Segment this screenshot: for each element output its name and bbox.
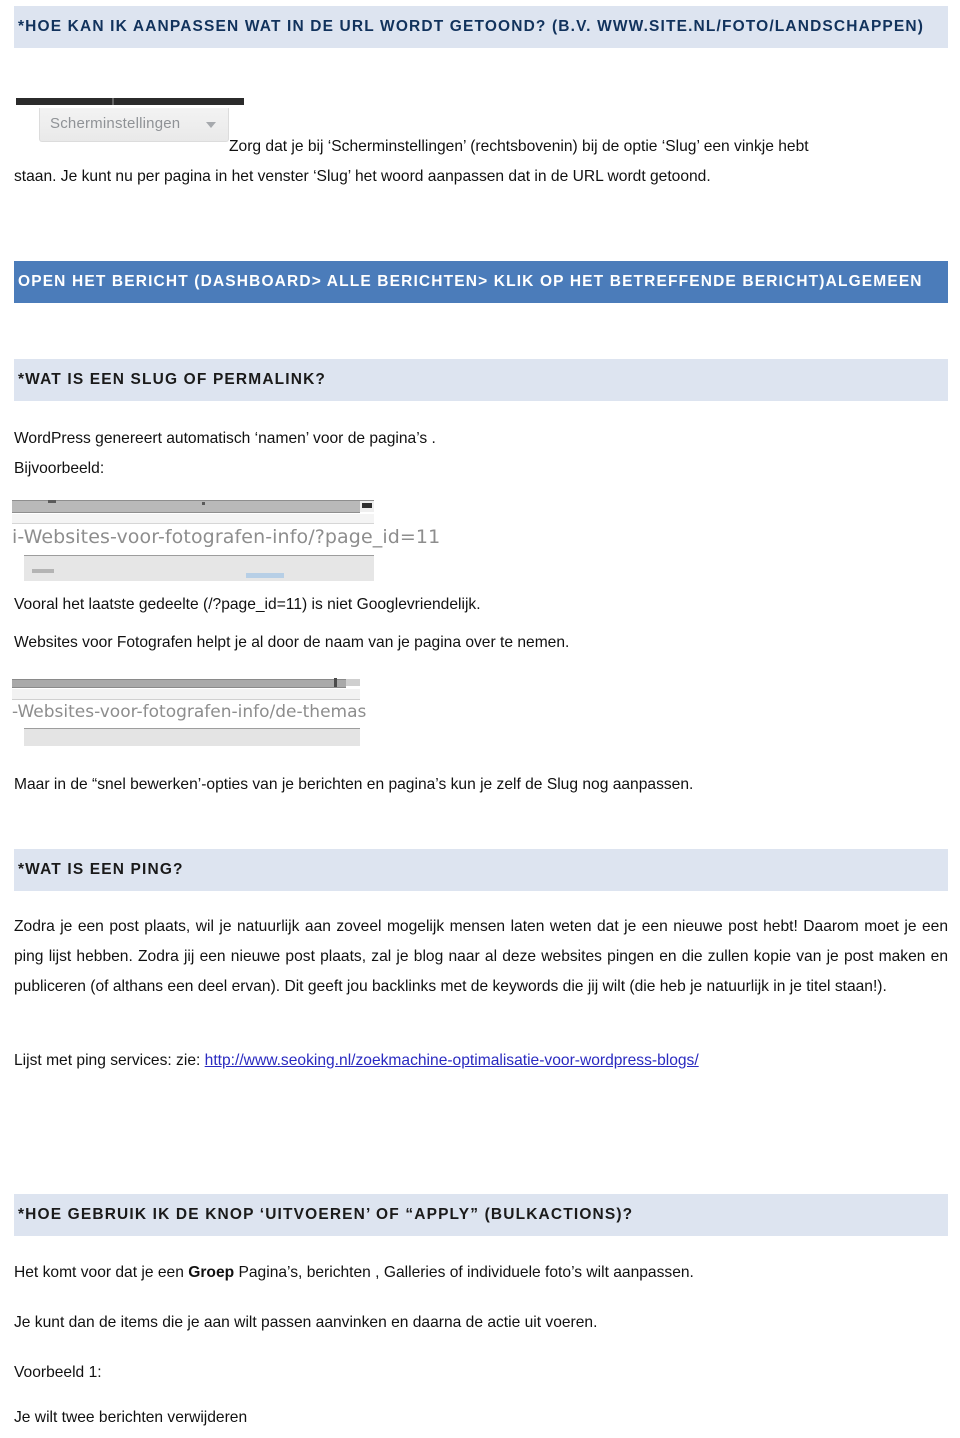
paragraph-text: Websites voor Fotografen helpt je al doo… xyxy=(14,634,570,651)
screenshot-url-bar-themas: -Websites-voor-fotografen-info/de-themas xyxy=(12,675,366,746)
paragraph-line-2: staan. Je kunt nu per pagina in het vens… xyxy=(14,168,711,185)
section-heading-text: OPEN HET BERICHT (DASHBOARD> ALLE BERICH… xyxy=(18,273,923,290)
url-bar-text: -Websites-voor-fotografen-info/de-themas xyxy=(12,702,367,722)
paragraph-vooral-laatste: Vooral het laatste gedeelte (/?page_id=1… xyxy=(14,590,948,620)
toolbar-mark-right xyxy=(334,678,337,687)
section-heading-wat-is-een-slug: *WAT IS EEN SLUG OF PERMALINK? xyxy=(14,359,948,401)
ping-services-link[interactable]: http://www.seoking.nl/zoekmachine-optima… xyxy=(205,1052,699,1069)
page-placeholder-link xyxy=(246,573,284,578)
admin-bar xyxy=(16,98,244,105)
browser-page-top xyxy=(24,728,360,746)
section-heading-text: *HOE GEBRUIK IK DE KNOP ‘UITVOEREN’ OF “… xyxy=(18,1206,634,1223)
browser-toolbar-right-cap xyxy=(360,500,374,512)
browser-page-top xyxy=(24,555,374,581)
paragraph-ping-uitleg: Zodra je een post plaats, wil je natuurl… xyxy=(14,912,948,1002)
section-heading-wat-is-een-ping: *WAT IS EEN PING? xyxy=(14,849,948,891)
paragraph-text: Voorbeeld 1: xyxy=(14,1364,102,1381)
url-bar-text: i-Websites-voor-fotografen-info/?page_id… xyxy=(12,526,441,548)
paragraph-text: WordPress genereert automatisch ‘namen’ … xyxy=(14,430,436,447)
paragraph-snel-bewerken: Maar in de “snel bewerken’-opties van je… xyxy=(14,770,948,800)
paragraph-text: Vooral het laatste gedeelte (/?page_id=1… xyxy=(14,596,481,613)
paragraph-line-1: Zorg dat je bij ‘Scherminstellingen’ (re… xyxy=(229,138,809,155)
browser-tab-strip xyxy=(12,514,374,524)
paragraph-ping-services: Lijst met ping services: zie: http://www… xyxy=(14,1046,948,1076)
browser-tab-strip xyxy=(12,689,360,700)
browser-toolbar-strip xyxy=(12,500,360,513)
document-page: *HOE KAN IK AANPASSEN WAT IN DE URL WORD… xyxy=(0,0,960,1438)
bijvoorbeeld-label: Bijvoorbeeld: xyxy=(14,460,105,477)
browser-toolbar-strip xyxy=(12,679,346,688)
paragraph-text: Maar in de “snel bewerken’-opties van je… xyxy=(14,776,694,793)
section-heading-text: *WAT IS EEN SLUG OF PERMALINK? xyxy=(18,371,327,388)
section-heading-open-het-bericht: OPEN HET BERICHT (DASHBOARD> ALLE BERICH… xyxy=(14,261,948,303)
paragraph-text: Zodra je een post plaats, wil je natuurl… xyxy=(14,918,948,995)
toolbar-mark-middle xyxy=(202,502,205,505)
paragraph-wordpress-namen: WordPress genereert automatisch ‘namen’ … xyxy=(14,424,948,484)
section-heading-text: *WAT IS EEN PING? xyxy=(18,861,184,878)
paragraph-websites-helpt: Websites voor Fotografen helpt je al doo… xyxy=(14,628,948,658)
admin-bar-notch xyxy=(112,98,114,105)
section-heading-knop-uitvoeren: *HOE GEBRUIK IK DE KNOP ‘UITVOEREN’ OF “… xyxy=(14,1194,948,1236)
paragraph-text: Je wilt twee berichten verwijderen xyxy=(14,1409,248,1426)
paragraph-text: Je kunt dan de items die je aan wilt pas… xyxy=(14,1314,598,1331)
label-voorbeeld-1: Voorbeeld 1: xyxy=(14,1358,948,1388)
toolbar-mark-left xyxy=(48,500,56,503)
screenshot-url-bar-pageid: i-Websites-voor-fotografen-info/?page_id… xyxy=(12,492,440,581)
paragraph-scherminstellingen: Zorg dat je bij ‘Scherminstellingen’ (re… xyxy=(14,132,948,192)
bulk-intro-suffix: Pagina’s, berichten , Galleries of indiv… xyxy=(234,1264,694,1281)
section-heading-text: *HOE KAN IK AANPASSEN WAT IN DE URL WORD… xyxy=(18,18,925,35)
scherminstellingen-button-label: Scherminstellingen xyxy=(50,115,181,132)
chevron-down-icon xyxy=(206,122,216,128)
paragraph-bulk-aanvinken: Je kunt dan de items die je aan wilt pas… xyxy=(14,1308,948,1338)
ping-services-label: Lijst met ping services: zie: xyxy=(14,1052,205,1069)
browser-toolbar-right-cap xyxy=(346,679,360,686)
paragraph-voorbeeld-1-tekst: Je wilt twee berichten verwijderen xyxy=(14,1403,948,1433)
section-heading-url-aanpassen: *HOE KAN IK AANPASSEN WAT IN DE URL WORD… xyxy=(14,6,948,48)
bulk-intro-prefix: Het komt voor dat je een xyxy=(14,1264,189,1281)
bulk-intro-emphasis: Groep xyxy=(188,1264,235,1281)
paragraph-bulk-intro: Het komt voor dat je een Groep Pagina’s,… xyxy=(14,1258,948,1288)
page-placeholder-block xyxy=(32,569,54,573)
